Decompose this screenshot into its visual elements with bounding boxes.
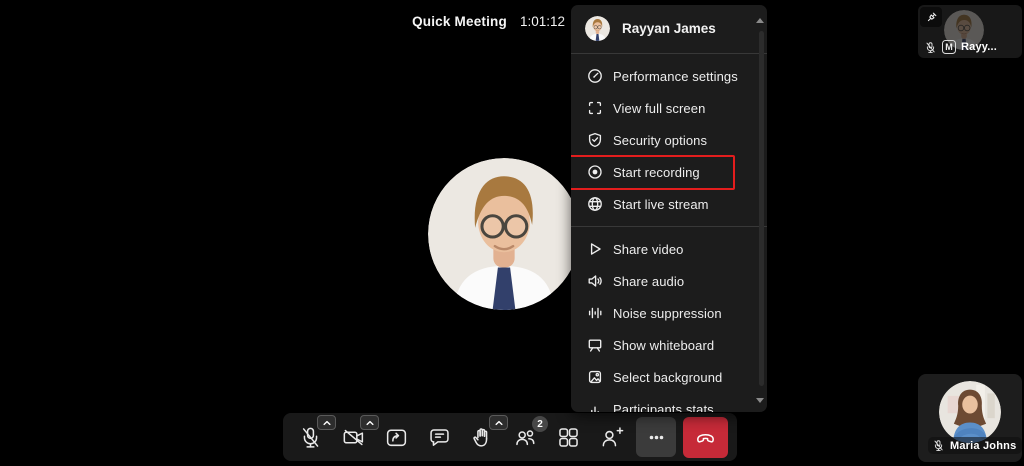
person-avatar-image [428,158,580,310]
self-avatar [939,381,1001,443]
participants-button[interactable]: 2 [507,416,548,457]
pin-icon[interactable] [920,7,942,27]
menu-item-share-video[interactable]: Share video [571,233,767,265]
chevron-up-icon [322,420,331,425]
participants-stats-icon [591,406,599,412]
grid-view-button[interactable] [550,417,586,457]
chevron-up-icon [365,420,374,425]
add-participant-button[interactable] [593,417,629,457]
call-controls-toolbar: 2 [283,413,737,461]
menu-user-row[interactable]: Rayyan James [571,5,767,51]
user-name: Rayyan James [622,20,716,36]
menu-item-start-live-stream[interactable]: Start live stream [571,188,767,220]
meeting-stage: Quick Meeting 1:01:12 Rayyan James Perfo… [0,0,1024,466]
noise-suppression-icon [588,307,602,319]
grid-view-icon [558,427,578,447]
scroll-up-icon[interactable] [756,18,764,23]
main-participant-avatar [428,158,580,310]
menu-item-select-background[interactable]: Select background [571,361,767,393]
whiteboard-icon [588,339,602,352]
share-audio-icon [588,275,602,287]
menu-item-start-recording[interactable]: Start recording [571,156,767,188]
self-view-tile[interactable]: Maria Johns [918,374,1022,462]
meeting-timer: 1:01:12 [519,14,565,29]
select-background-icon [588,370,602,384]
menu-item-security-options[interactable]: Security options [571,124,767,156]
fullscreen-icon [588,101,602,115]
live-stream-icon [588,197,602,211]
menu-divider [571,53,767,54]
camera-options-expander[interactable] [360,415,379,430]
hand-options-expander[interactable] [489,415,508,430]
menu-section-sharing: Share video Share audio Noise suppressio… [571,229,767,412]
raise-hand-button[interactable] [464,415,508,457]
muted-mic-icon [932,439,945,452]
more-options-button[interactable] [636,417,676,457]
hang-up-icon [697,433,714,443]
menu-scrollbar[interactable] [759,31,764,386]
menu-item-participants-stats[interactable]: Participants stats [571,393,767,412]
self-view-label: Maria Johns [928,437,1022,454]
mic-options-expander[interactable] [317,415,336,430]
meeting-header: Quick Meeting 1:01:12 [0,14,565,29]
add-participant-icon [602,426,623,446]
menu-item-share-audio[interactable]: Share audio [571,265,767,297]
camera-button[interactable] [335,415,379,457]
share-video-icon [590,243,601,255]
muted-mic-icon [924,41,937,54]
share-screen-icon [386,428,406,446]
mute-button[interactable] [292,415,336,457]
menu-item-performance-settings[interactable]: Performance settings [571,60,767,92]
menu-section-settings: Performance settings View full screen Se… [571,56,767,224]
hangup-button[interactable] [683,416,728,458]
security-icon [588,132,602,148]
menu-item-noise-suppression[interactable]: Noise suppression [571,297,767,329]
pinned-participant-label: M Rayy... [924,40,997,54]
participant-name: Rayy... [961,41,998,53]
pinned-participant-tile[interactable]: M Rayy... [918,5,1022,58]
record-icon [588,165,602,179]
menu-item-show-whiteboard[interactable]: Show whiteboard [571,329,767,361]
menu-item-view-full-screen[interactable]: View full screen [571,92,767,124]
more-options-icon [649,435,663,439]
participant-name: Maria Johns [950,439,1017,452]
user-avatar [585,16,610,41]
scroll-down-icon[interactable] [756,398,764,403]
meeting-title: Quick Meeting [412,14,507,29]
more-options-menu: Rayyan James Performance settings View f… [571,5,767,412]
performance-icon [588,69,602,83]
participants-count-badge: 2 [532,416,548,432]
moderator-badge: M [942,40,956,54]
chat-icon [429,428,449,446]
chevron-up-icon [494,420,503,425]
share-screen-button[interactable] [378,417,414,457]
menu-divider [571,226,767,227]
chat-button[interactable] [421,417,457,457]
